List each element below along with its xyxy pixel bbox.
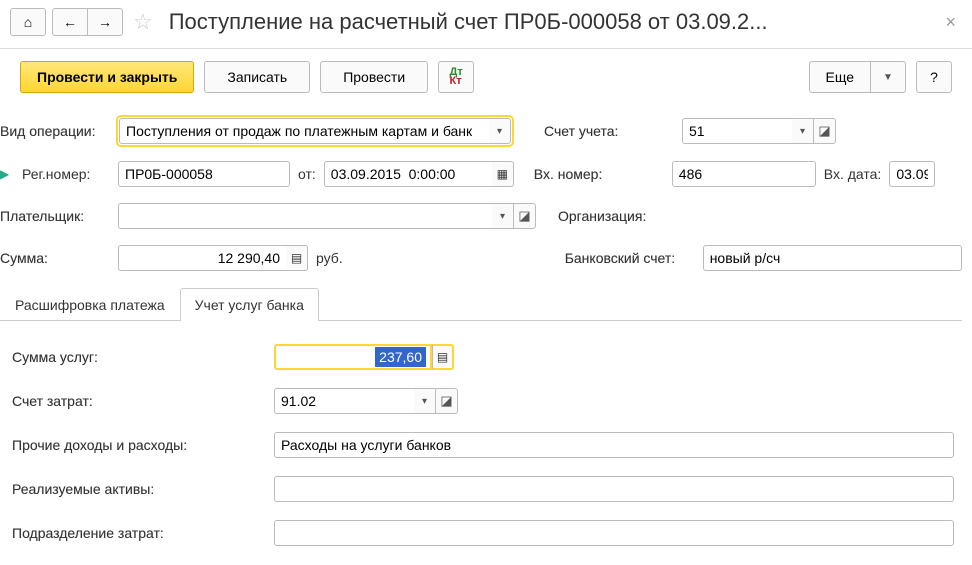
dept-input[interactable] bbox=[274, 520, 954, 546]
from-date-picker[interactable]: ▦ bbox=[492, 161, 514, 187]
payer-label: Плательщик: bbox=[0, 208, 110, 224]
post-button[interactable]: Провести bbox=[320, 61, 428, 93]
currency-label: руб. bbox=[316, 250, 343, 266]
chevron-down-icon: ▼ bbox=[883, 72, 893, 83]
chevron-down-icon: ▾ bbox=[422, 396, 427, 407]
service-sum-input[interactable]: 237,60 bbox=[274, 344, 432, 370]
payer-input[interactable] bbox=[118, 203, 492, 229]
payer-popout[interactable]: ◪ bbox=[514, 203, 536, 229]
reg-num-input[interactable] bbox=[118, 161, 290, 187]
account-combo[interactable]: ▾ ◪ bbox=[682, 118, 836, 144]
home-button[interactable]: ⌂ bbox=[10, 8, 46, 36]
close-icon[interactable]: × bbox=[939, 12, 962, 33]
from-date-combo[interactable]: ▦ bbox=[324, 161, 514, 187]
back-button[interactable]: ← bbox=[52, 8, 88, 36]
chevron-down-icon: ▾ bbox=[500, 211, 505, 222]
arrow-left-icon: ← bbox=[63, 14, 77, 30]
page-title: Поступление на расчетный счет ПР0Б-00005… bbox=[163, 9, 934, 35]
tab-bank-services[interactable]: Учет услуг банка bbox=[180, 288, 319, 321]
from-label: от: bbox=[298, 166, 316, 182]
more-dropdown[interactable]: ▼ bbox=[870, 61, 906, 93]
sum-label: Сумма: bbox=[0, 250, 110, 266]
cost-acc-popout[interactable]: ◪ bbox=[436, 388, 458, 414]
home-icon: ⌂ bbox=[24, 14, 32, 30]
account-dropdown[interactable]: ▾ bbox=[792, 118, 814, 144]
op-type-combo[interactable]: ▾ bbox=[119, 118, 511, 144]
in-num-input[interactable] bbox=[672, 161, 816, 187]
dtkt-button[interactable]: ДтКт bbox=[438, 61, 474, 93]
cost-acc-combo[interactable]: ▾ ◪ bbox=[274, 388, 458, 414]
other-inc-label: Прочие доходы и расходы: bbox=[6, 437, 266, 453]
more-group: Еще ▼ bbox=[809, 61, 907, 93]
account-input[interactable] bbox=[682, 118, 792, 144]
popout-icon: ◪ bbox=[818, 123, 830, 139]
dept-label: Подразделение затрат: bbox=[6, 525, 266, 541]
service-sum-calc[interactable]: ▤ bbox=[432, 344, 454, 370]
tabs: Расшифровка платежа Учет услуг банка bbox=[0, 287, 962, 321]
payer-combo[interactable]: ▾ ◪ bbox=[118, 203, 536, 229]
arrow-right-icon: → bbox=[98, 14, 112, 30]
calendar-icon: ▦ bbox=[497, 167, 508, 181]
account-label: Счет учета: bbox=[544, 123, 674, 139]
service-sum-value: 237,60 bbox=[375, 347, 426, 367]
tab-payment-details[interactable]: Расшифровка платежа bbox=[0, 288, 180, 321]
service-sum-combo[interactable]: 237,60 ▤ bbox=[274, 344, 454, 370]
sum-combo[interactable]: ▤ bbox=[118, 245, 308, 271]
forward-button[interactable]: → bbox=[87, 8, 123, 36]
service-sum-label: Сумма услуг: bbox=[6, 349, 266, 365]
help-button[interactable]: ? bbox=[916, 61, 952, 93]
form-area: Вид операции: ▾ Счет учета: ▾ ◪ ▶ Рег.но… bbox=[0, 105, 972, 565]
in-date-label: Вх. дата: bbox=[824, 166, 882, 182]
sum-input[interactable] bbox=[118, 245, 286, 271]
cost-acc-input[interactable] bbox=[274, 388, 414, 414]
flag-icon: ▶ bbox=[0, 167, 14, 181]
dtkt-icon: ДтКт bbox=[450, 68, 463, 86]
op-type-highlight: ▾ bbox=[118, 117, 512, 145]
chevron-down-icon: ▾ bbox=[497, 126, 502, 137]
sum-calc-button[interactable]: ▤ bbox=[286, 245, 308, 271]
op-type-input[interactable] bbox=[119, 118, 489, 144]
popout-icon: ◪ bbox=[440, 393, 452, 409]
popout-icon: ◪ bbox=[518, 208, 530, 224]
cost-acc-dropdown[interactable]: ▾ bbox=[414, 388, 436, 414]
op-type-dropdown[interactable]: ▾ bbox=[489, 118, 511, 144]
save-button[interactable]: Записать bbox=[204, 61, 310, 93]
from-date-input[interactable] bbox=[324, 161, 492, 187]
cost-acc-label: Счет затрат: bbox=[6, 393, 266, 409]
bank-acc-input[interactable] bbox=[703, 245, 962, 271]
tab-body: Сумма услуг: 237,60 ▤ Счет затрат: ▾ ◪ П… bbox=[0, 321, 962, 555]
payer-dropdown[interactable]: ▾ bbox=[492, 203, 514, 229]
toolbar: Провести и закрыть Записать Провести ДтК… bbox=[0, 49, 972, 105]
nav-group: ← → bbox=[52, 8, 123, 36]
org-label: Организация: bbox=[558, 208, 688, 224]
op-type-label: Вид операции: bbox=[0, 123, 110, 139]
calculator-icon: ▤ bbox=[437, 350, 448, 364]
assets-input[interactable] bbox=[274, 476, 954, 502]
other-inc-input[interactable] bbox=[274, 432, 954, 458]
in-date-input[interactable] bbox=[889, 161, 935, 187]
favorite-star-icon[interactable]: ☆ bbox=[129, 9, 157, 35]
account-popout[interactable]: ◪ bbox=[814, 118, 836, 144]
header-bar: ⌂ ← → ☆ Поступление на расчетный счет ПР… bbox=[0, 0, 972, 49]
post-and-close-button[interactable]: Провести и закрыть bbox=[20, 61, 194, 93]
bank-acc-label: Банковский счет: bbox=[565, 250, 695, 266]
calculator-icon: ▤ bbox=[287, 251, 307, 265]
in-num-label: Вх. номер: bbox=[534, 166, 664, 182]
assets-label: Реализуемые активы: bbox=[6, 481, 266, 497]
reg-num-label: Рег.номер: bbox=[22, 166, 110, 182]
more-button[interactable]: Еще bbox=[809, 61, 872, 93]
chevron-down-icon: ▾ bbox=[800, 126, 805, 137]
